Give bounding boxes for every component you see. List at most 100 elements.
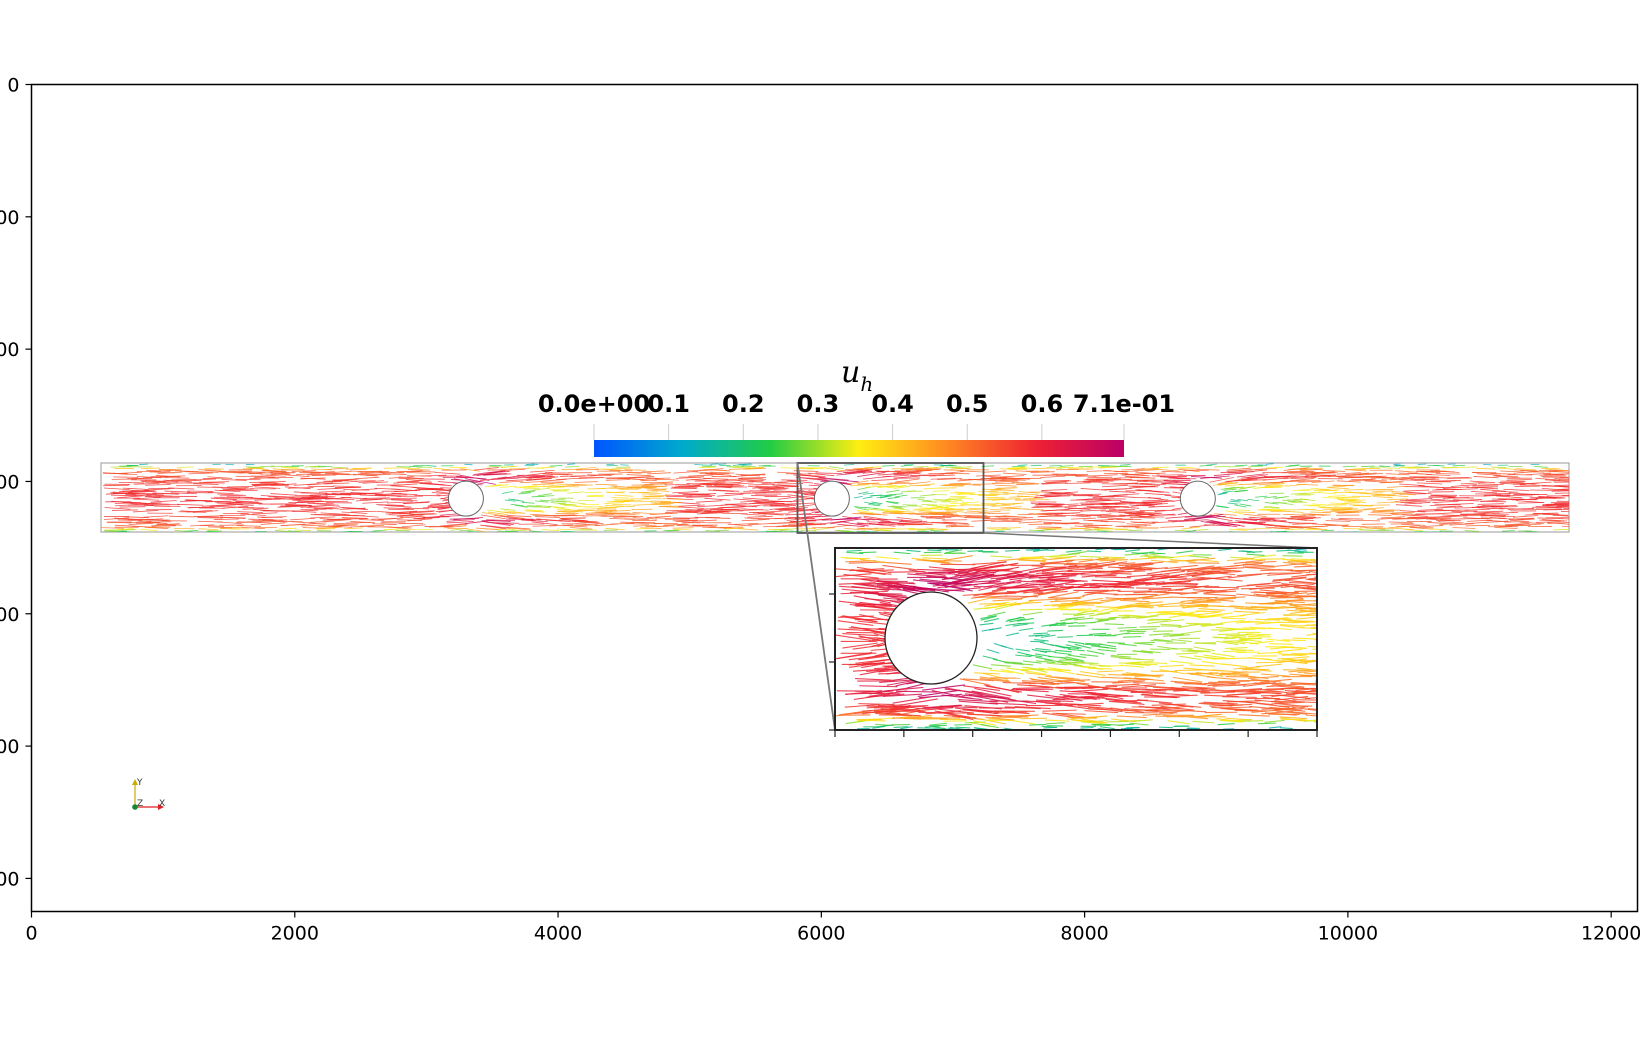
- x-tick-label: 4000: [534, 923, 582, 945]
- inset-velocity-glyph: [1048, 556, 1072, 559]
- inset-velocity-glyph: [1276, 549, 1291, 552]
- velocity-glyph: [1501, 530, 1515, 532]
- velocity-glyph: [343, 518, 369, 520]
- velocity-glyph: [620, 521, 645, 524]
- x-tick-label: 8000: [1060, 923, 1108, 945]
- inset-velocity-glyph: [1217, 633, 1240, 636]
- y-tick-label: 0: [7, 75, 19, 97]
- triad-label-z: Z: [137, 799, 143, 809]
- velocity-glyph: [950, 525, 975, 528]
- inset-velocity-glyph: [1257, 722, 1277, 725]
- velocity-glyph: [526, 533, 534, 534]
- y-tick-label: 00: [0, 471, 20, 493]
- x-tick-label: 12000: [1581, 923, 1640, 945]
- velocity-glyph: [118, 482, 145, 484]
- velocity-glyph: [660, 501, 682, 503]
- inset-velocity-glyph: [893, 726, 909, 728]
- y-tick-label: 00: [0, 207, 20, 229]
- velocity-glyph: [705, 530, 721, 532]
- inset-velocity-glyph: [1174, 669, 1202, 672]
- inset-velocity-glyph: [1043, 726, 1057, 729]
- colorbar-tick-label: 0.5: [946, 390, 989, 418]
- velocity-glyph: [563, 505, 581, 507]
- obstacle-cylinder: [813, 480, 850, 517]
- inset-velocity-glyph: [991, 716, 1022, 719]
- inset-velocity-glyph: [1241, 720, 1264, 722]
- velocity-glyph: [1101, 483, 1128, 485]
- inset-velocity-glyph: [1033, 632, 1049, 635]
- x-tick-label: 6000: [797, 923, 845, 945]
- inset-velocity-glyph: [1315, 681, 1317, 683]
- inset-velocity-glyph: [1261, 707, 1294, 710]
- velocity-glyph: [401, 467, 421, 470]
- inset-velocity-glyph: [1314, 576, 1317, 578]
- inset-velocity-glyph: [1050, 579, 1088, 582]
- inset-velocity-glyph: [1234, 709, 1267, 712]
- inset-velocity-glyph: [1019, 608, 1043, 611]
- velocity-glyph: [930, 530, 945, 532]
- velocity-glyph: [1451, 510, 1478, 513]
- y-tick-label: 00: [0, 736, 20, 758]
- velocity-glyph: [1037, 526, 1062, 528]
- colorbar-gradient: [594, 440, 1124, 457]
- velocity-glyph: [781, 479, 808, 481]
- figure-canvas: 0 2000 4000 6000 8000 10000 12000 000000000000…: [0, 75, 1640, 945]
- colorbar-title: uh: [841, 355, 873, 396]
- inset-velocity-glyph: [1020, 717, 1048, 720]
- colorbar-tick-label: 0.3: [797, 390, 840, 418]
- velocity-glyph: [715, 529, 730, 532]
- velocity-glyph: [379, 471, 405, 474]
- inset-velocity-glyph: [1315, 652, 1317, 654]
- velocity-glyph: [464, 463, 473, 466]
- velocity-glyph: [1408, 467, 1427, 469]
- y-tick-label: 00: [0, 339, 20, 361]
- colorbar-tick-label: 7.1e-01: [1073, 390, 1175, 418]
- colorbar-tick-label: 0.6: [1021, 390, 1064, 418]
- inset-zoom-panel: [829, 547, 1318, 737]
- velocity-glyph: [213, 518, 239, 520]
- velocity-glyph: [1383, 467, 1400, 469]
- inset-velocity-glyph: [1173, 725, 1189, 728]
- velocity-glyph: [564, 466, 580, 468]
- velocity-glyph: [187, 490, 214, 492]
- inset-velocity-glyph: [1018, 622, 1035, 625]
- inset-velocity-glyph: [1125, 632, 1145, 635]
- x-tick-label: 10000: [1318, 923, 1378, 945]
- inset-velocity-glyph: [973, 586, 1014, 588]
- inset-velocity-glyph: [1315, 679, 1317, 681]
- inset-velocity-glyph: [1097, 695, 1134, 698]
- velocity-glyph: [1428, 528, 1447, 530]
- colorbar-tick-label: 0.0e+00: [538, 390, 650, 418]
- velocity-glyph: [1214, 465, 1230, 468]
- velocity-glyph: [542, 485, 562, 488]
- velocity-glyph: [1507, 474, 1533, 476]
- inset-velocity-glyph: [888, 571, 926, 573]
- colorbar-tick-label: 0.1: [647, 390, 690, 418]
- inset-velocity-glyph: [1253, 682, 1286, 685]
- velocity-glyph: [177, 466, 194, 468]
- velocity-glyph: [1336, 496, 1355, 498]
- inset-velocity-glyph: [1004, 595, 1038, 598]
- velocity-glyph: [270, 465, 286, 468]
- triad-label-x: X: [159, 799, 165, 809]
- x-tick-label: 0: [25, 923, 37, 945]
- inset-velocity-glyph: [1047, 629, 1064, 632]
- velocity-glyph: [613, 513, 636, 515]
- velocity-glyph: [1130, 477, 1156, 479]
- inset-obstacle: [884, 591, 978, 685]
- velocity-glyph: [1033, 505, 1060, 508]
- velocity-glyph: [206, 530, 219, 532]
- channel-flow-field: [100, 462, 1570, 534]
- inset-velocity-glyph: [1080, 726, 1094, 729]
- velocity-glyph: [576, 469, 599, 471]
- colorbar-ticks: 0.0e+000.1 0.2 0.3 0.4 0.5 0.6 7.1e-01: [538, 390, 1175, 440]
- velocity-glyph: [913, 466, 929, 468]
- inset-velocity-glyph: [1294, 590, 1317, 592]
- inset-velocity-glyph: [1159, 726, 1173, 729]
- inset-velocity-glyph: [1028, 723, 1047, 726]
- inset-velocity-glyph: [859, 551, 877, 554]
- velocity-glyph: [666, 530, 680, 532]
- velocity-glyph: [1204, 533, 1212, 534]
- inset-velocity-glyph: [1314, 561, 1317, 563]
- inset-velocity-glyph: [1135, 641, 1155, 644]
